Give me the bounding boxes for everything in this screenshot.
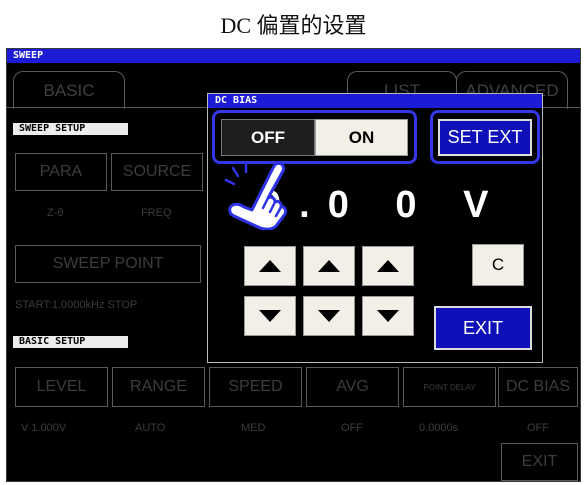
speed-button[interactable]: SPEED bbox=[209, 367, 302, 407]
digit3-down-button[interactable] bbox=[362, 296, 414, 336]
sweep-setup-header: SWEEP SETUP bbox=[13, 123, 128, 135]
digit2-up-button[interactable] bbox=[303, 246, 355, 286]
off-on-toggle: OFF ON bbox=[212, 110, 417, 164]
sweep-point-button[interactable]: SWEEP POINT bbox=[15, 245, 201, 283]
digit1-up-button[interactable] bbox=[244, 246, 296, 286]
point-delay-button[interactable]: POINT DELAY bbox=[403, 367, 496, 407]
set-ext-highlight: SET EXT bbox=[430, 110, 540, 164]
range-button[interactable]: RANGE bbox=[112, 367, 205, 407]
level-value: V 1.000V bbox=[21, 422, 67, 434]
source-button[interactable]: SOURCE bbox=[111, 153, 203, 191]
dialog-title: DC BIAS bbox=[208, 94, 542, 108]
on-button[interactable]: ON bbox=[315, 119, 408, 156]
source-value: FREQ bbox=[141, 207, 172, 219]
range-value: AUTO bbox=[135, 422, 166, 434]
digit2-down-button[interactable] bbox=[303, 296, 355, 336]
dc-bias-button[interactable]: DC BIAS bbox=[498, 367, 578, 407]
dc-bias-value: OFF bbox=[527, 422, 549, 434]
tab-basic[interactable]: BASIC bbox=[13, 71, 125, 109]
clear-button[interactable]: C bbox=[472, 244, 524, 286]
screen-exit-button[interactable]: EXIT bbox=[501, 443, 578, 481]
bias-value-display: 0.0 0 V bbox=[260, 184, 507, 226]
up-arrow-icon bbox=[318, 260, 340, 272]
up-arrow-icon bbox=[259, 260, 281, 272]
down-arrow-icon bbox=[259, 310, 281, 322]
page-caption: DC 偏置的设置 bbox=[220, 13, 367, 38]
basic-setup-header: BASIC SETUP bbox=[13, 336, 128, 348]
digit3-up-button[interactable] bbox=[362, 246, 414, 286]
avg-button[interactable]: AVG bbox=[306, 367, 399, 407]
up-arrow-icon bbox=[377, 260, 399, 272]
screen-title: SWEEP bbox=[7, 49, 580, 63]
para-value: Z-θ bbox=[47, 207, 64, 219]
avg-value: OFF bbox=[341, 422, 363, 434]
set-ext-button[interactable]: SET EXT bbox=[438, 119, 532, 156]
speed-value: MED bbox=[241, 422, 266, 434]
off-button[interactable]: OFF bbox=[221, 119, 315, 156]
level-button[interactable]: LEVEL bbox=[15, 367, 108, 407]
dialog-exit-button[interactable]: EXIT bbox=[434, 306, 532, 350]
para-button[interactable]: PARA bbox=[15, 153, 107, 191]
down-arrow-icon bbox=[377, 310, 399, 322]
device-screen: SWEEP BASIC LIST ADVANCED SWEEP SETUP PA… bbox=[6, 48, 581, 482]
point-delay-value: 0.0000s bbox=[419, 422, 459, 434]
pointing-hand-icon bbox=[224, 161, 288, 230]
down-arrow-icon bbox=[318, 310, 340, 322]
digit1-down-button[interactable] bbox=[244, 296, 296, 336]
start-stop-text: START:1.0000kHz STOP bbox=[15, 299, 138, 311]
